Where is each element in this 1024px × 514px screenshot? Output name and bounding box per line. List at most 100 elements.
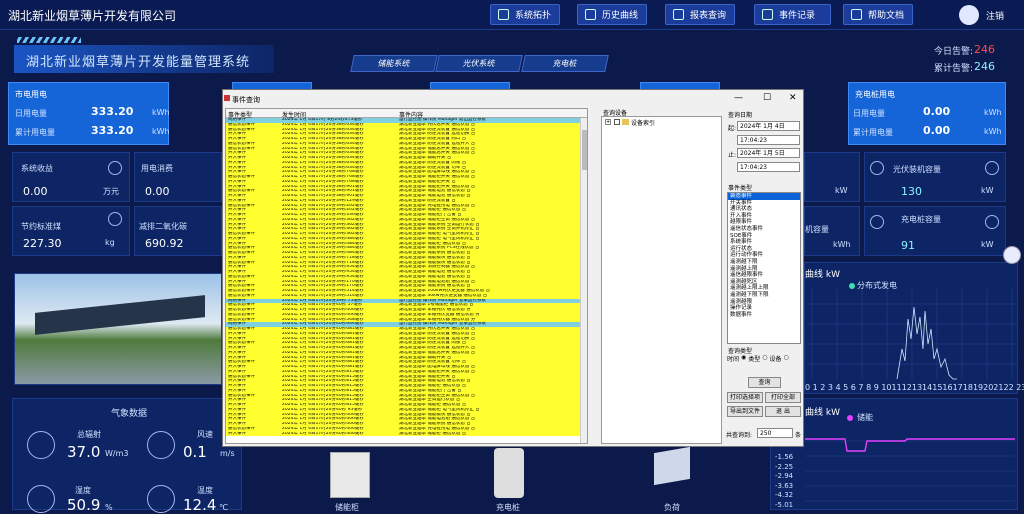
- radio-type[interactable]: ○: [762, 354, 767, 363]
- nav-report-button[interactable]: 报表查询: [665, 4, 735, 25]
- grid-power-card: 市电用电 日用电量 333.20 kWh 累计用电量 333.20 kWh: [8, 82, 170, 145]
- close-button[interactable]: ✕: [789, 93, 797, 103]
- event-type-item[interactable]: 系统事件: [728, 239, 800, 246]
- app-title: 湖北新业烟草薄片开发有限公司: [8, 9, 177, 23]
- charger-capacity-label: 充电桩容量: [901, 215, 941, 224]
- print-all-button[interactable]: 打印全部: [765, 392, 801, 403]
- income-panel: 系统收益 0.00 万元: [12, 152, 130, 202]
- nav-label: 事件记录: [779, 11, 816, 21]
- to-date-picker[interactable]: 2024年 1月 5日: [737, 148, 800, 158]
- humidity-label: 湿度: [75, 486, 91, 495]
- event-type-item[interactable]: 数据事件: [728, 312, 800, 319]
- tab-charger[interactable]: 充电桩: [521, 55, 609, 72]
- maximize-button[interactable]: ☐: [763, 93, 771, 103]
- event-type-item[interactable]: 越限事件: [728, 219, 800, 226]
- storage-tick: -4.32: [775, 491, 794, 499]
- event-type-item[interactable]: 通讯状态: [728, 206, 800, 213]
- wind-value: 0.1: [183, 443, 207, 461]
- event-type-item[interactable]: 遥信状态事件: [728, 226, 800, 233]
- right-stat-2-unit: kWh: [833, 240, 851, 249]
- device-tree[interactable]: + 设备索引: [601, 116, 722, 444]
- row-time-cell: 2024年 1月 4日17时20分40秒406毫秒: [282, 431, 364, 436]
- table-body: 网络事件 2024年 1月 4日17时 8分24秒473毫秒 运行监控图 操作员 M…: [226, 118, 587, 437]
- logout-link[interactable]: 注销: [986, 9, 1004, 22]
- tree-root-label[interactable]: 设备索引: [631, 118, 655, 127]
- from-time-input[interactable]: 17:04:23: [737, 135, 800, 145]
- query-button[interactable]: 查询: [748, 377, 781, 388]
- pv-curve-title: 曲线 kW: [805, 270, 840, 280]
- tree-checkbox[interactable]: [614, 119, 620, 125]
- event-type-list[interactable]: 装态事件 开关事件 通讯状态 开入事件 越限事件 遥信状态事件 SOE事件 系统事件 运行状态运…: [727, 192, 801, 344]
- income-label: 系统收益: [21, 164, 53, 173]
- radio-device[interactable]: ○: [784, 354, 789, 363]
- event-type-item[interactable]: 遥测越下限下限: [728, 292, 800, 299]
- query-pane: 查询日期 起: 2024年 1月 4日 17:04:23 止: 2024年 1月…: [726, 108, 803, 444]
- tab-pv[interactable]: 光伏系统: [435, 55, 523, 72]
- total-unit: 条: [795, 432, 802, 439]
- print-selected-button[interactable]: 打印选择项: [727, 392, 763, 403]
- storage-cabinet-image: [330, 452, 370, 498]
- event-type-item[interactable]: 遥测越下限: [728, 259, 800, 266]
- fan-icon: [147, 431, 175, 459]
- mode-device-label[interactable]: 设备: [770, 354, 782, 363]
- day-usage-unit: kWh: [152, 108, 170, 117]
- nav-help-button[interactable]: 帮助文档: [843, 4, 913, 25]
- co2-value: 690.92: [145, 237, 184, 250]
- event-type-item[interactable]: 遥测越上限上限: [728, 285, 800, 292]
- event-type-item[interactable]: 装态事件: [728, 193, 800, 200]
- table-row[interactable]: 开入事件 2024年 1月 4日17时20分40秒406毫秒 湖北新业烟草 储能柜 …: [226, 431, 587, 437]
- thermometer-icon: [147, 485, 175, 513]
- event-type-item[interactable]: 操作记录: [728, 305, 800, 312]
- today-alarm-label: 今日告警:: [934, 47, 974, 57]
- radiation-value: 37.0: [67, 443, 101, 461]
- row-content-cell: 湖北新业烟草 储能柜 通信状态 合: [399, 431, 467, 436]
- storage-tick: -2.25: [775, 462, 794, 471]
- total-count: 250: [757, 428, 793, 438]
- humidity-unit: %: [105, 503, 113, 512]
- exit-button[interactable]: 退 出: [765, 406, 801, 417]
- charger-day-label: 日用电量: [853, 109, 885, 118]
- folder-icon: [622, 119, 629, 125]
- to-label: 止:: [728, 152, 737, 159]
- radiation-unit: W/m3: [105, 449, 129, 458]
- minimize-button[interactable]: —: [734, 93, 743, 103]
- charger-icon: [870, 215, 884, 229]
- nav-label: 历史曲线: [602, 11, 639, 21]
- tab-storage[interactable]: 储能系统: [350, 55, 438, 72]
- event-table[interactable]: 事件类型 发生时间 事件内容 网络事件 2024年 1月 4日17时 8分24秒4…: [225, 108, 588, 444]
- pv-curve-ticks: 0 1 2 3 4 5 6 7 8 9 10111213141516171819…: [805, 383, 1024, 392]
- system-title: 湖北新业烟草薄片开发能量管理系统: [26, 55, 251, 70]
- grid-card-title: 市电用电: [15, 90, 47, 99]
- nav-topology-button[interactable]: 系统拓扑: [490, 4, 560, 25]
- user-avatar[interactable]: [959, 5, 979, 25]
- co2-panel: 减排二氧化碳 690.92: [134, 206, 222, 256]
- storage-tick: -1.56: [775, 453, 794, 461]
- mode-time-label[interactable]: 时间: [727, 354, 739, 363]
- event-type-item[interactable]: 运行动作事件: [728, 252, 800, 259]
- to-time-input[interactable]: 17:04:23: [737, 162, 800, 172]
- charger-total-label: 累计用电量: [853, 128, 893, 137]
- humidity-icon: [27, 485, 55, 513]
- charger-capacity-unit: kW: [981, 240, 994, 249]
- export-button[interactable]: 导出到文件: [727, 406, 763, 417]
- day-usage-label: 日用电量: [15, 109, 47, 118]
- wind-label: 风速: [197, 430, 213, 439]
- charger-capacity-panel: 充电桩容量 91 kW: [864, 206, 1006, 256]
- radio-time[interactable]: ◉: [741, 354, 746, 363]
- storage-cabinet-label: 储能柜: [335, 503, 359, 512]
- radiation-label: 总辐射: [77, 430, 101, 439]
- storage-curve-title: 曲线 kW: [805, 408, 840, 418]
- total-alarm-label: 累计告警:: [934, 64, 974, 74]
- table-header: 事件类型 发生时间 事件内容: [226, 109, 587, 119]
- charger-total-value: 0.00: [923, 124, 951, 137]
- event-type-item[interactable]: 遥信越限事件: [728, 272, 800, 279]
- nav-history-button[interactable]: 历史曲线: [577, 4, 647, 25]
- mode-type-label[interactable]: 类型: [748, 354, 760, 363]
- tree-expand-icon[interactable]: +: [605, 119, 611, 125]
- nav-events-button[interactable]: 事件记录: [754, 4, 831, 25]
- temp-label: 温度: [197, 486, 213, 495]
- table-scrollbar[interactable]: [580, 118, 587, 443]
- assistant-float-button[interactable]: [1003, 246, 1021, 264]
- scrollbar-thumb[interactable]: [582, 130, 587, 170]
- from-date-picker[interactable]: 2024年 1月 4日: [737, 121, 800, 131]
